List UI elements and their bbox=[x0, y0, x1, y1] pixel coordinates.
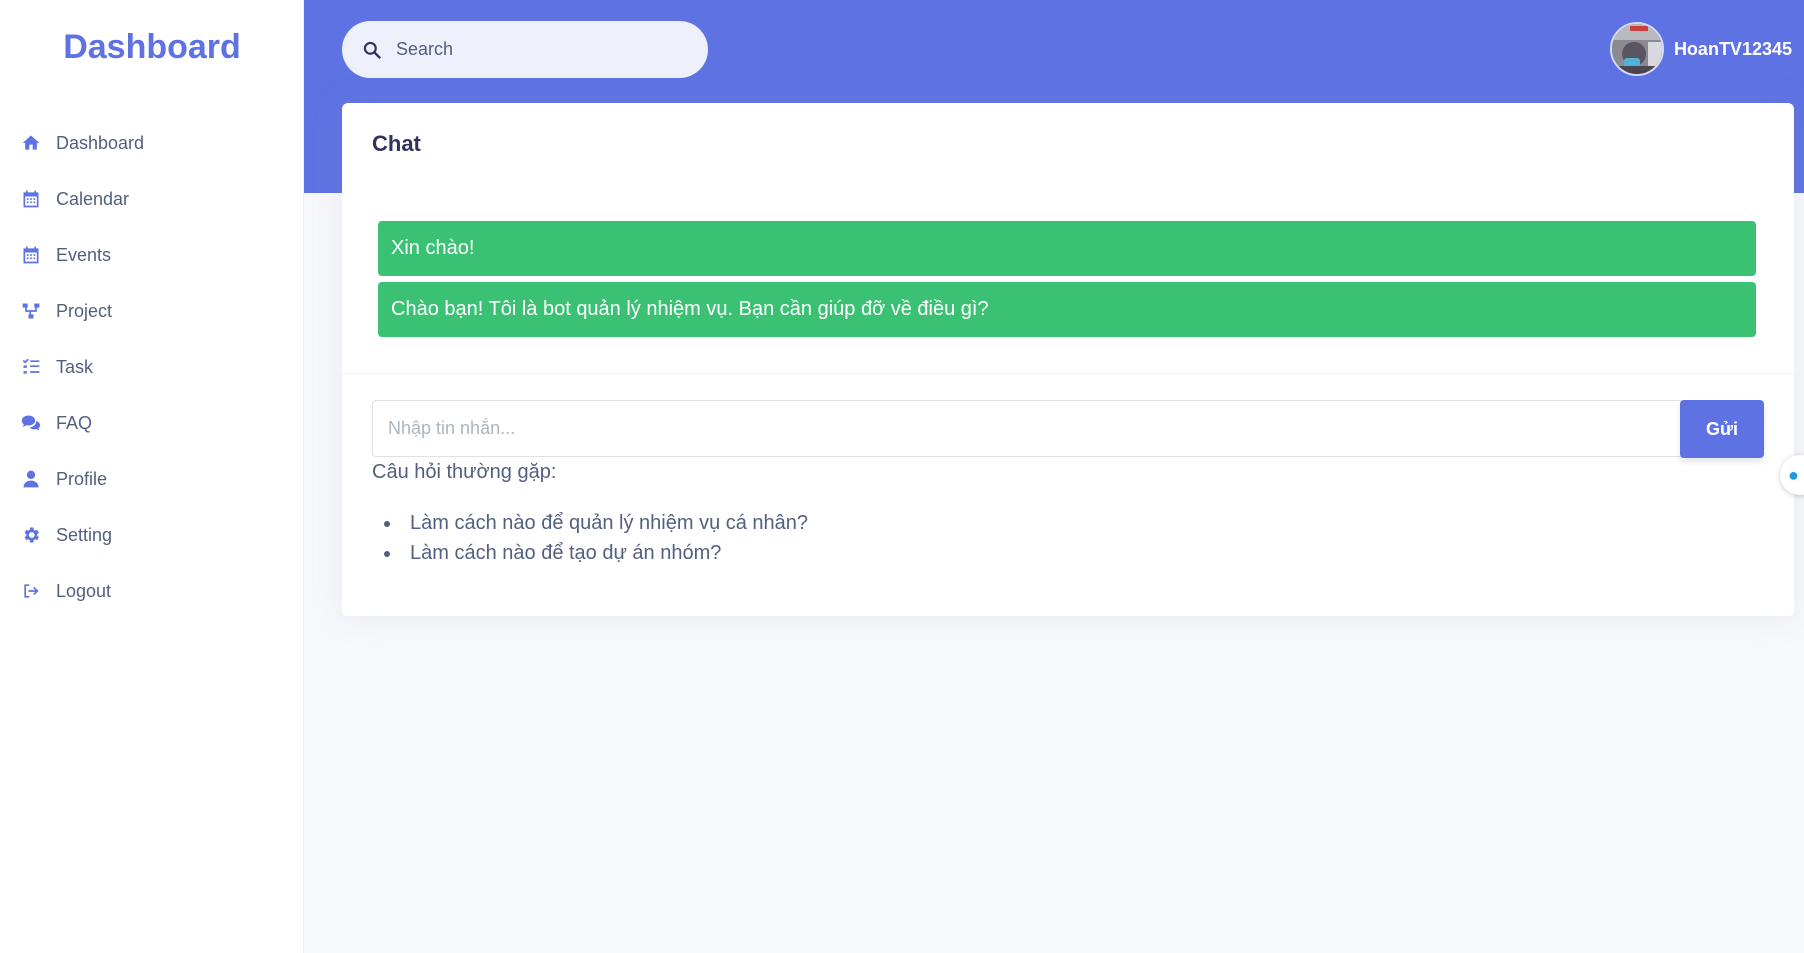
sidebar-item-dashboard[interactable]: Dashboard bbox=[20, 123, 144, 163]
gear-icon bbox=[20, 524, 42, 546]
chat-title: Chat bbox=[372, 131, 421, 156]
sidebar-item-events[interactable]: Events bbox=[20, 235, 111, 275]
sidebar-item-label: Calendar bbox=[56, 188, 130, 209]
sidebar-item-label: Logout bbox=[56, 580, 112, 601]
sidebar-item-label: Profile bbox=[56, 468, 108, 489]
sidebar-item-task[interactable]: Task bbox=[20, 347, 93, 387]
sidebar-item-label: FAQ bbox=[56, 412, 93, 433]
avatar[interactable] bbox=[1609, 22, 1664, 76]
search-input[interactable] bbox=[396, 39, 676, 60]
droplet-icon: ● bbox=[1788, 464, 1799, 485]
chat-card: Chat Xin chào! Chào bạn! Tôi là bot quản… bbox=[342, 103, 1794, 616]
search-box[interactable] bbox=[342, 21, 708, 78]
chat-message: Xin chào! bbox=[378, 221, 1756, 276]
sidebar-item-faq[interactable]: FAQ bbox=[20, 403, 92, 443]
sidebar-item-label: Task bbox=[56, 356, 94, 377]
username[interactable]: HoanTV12345 bbox=[1674, 39, 1792, 60]
sidebar-item-label: Events bbox=[56, 244, 112, 265]
comments-icon bbox=[20, 412, 42, 434]
message-input[interactable] bbox=[372, 400, 1682, 457]
divider bbox=[342, 373, 1794, 374]
tasks-icon bbox=[20, 356, 42, 378]
send-button[interactable]: Gửi bbox=[1680, 400, 1764, 458]
sidebar-item-logout[interactable]: Logout bbox=[20, 571, 111, 611]
faq-list: Làm cách nào để quản lý nhiệm vụ cá nhân… bbox=[402, 508, 808, 568]
user-menu[interactable]: HoanTV12345 bbox=[1609, 22, 1792, 76]
sidebar-item-profile[interactable]: Profile bbox=[20, 459, 107, 499]
home-icon bbox=[20, 132, 42, 154]
brand-title[interactable]: Dashboard bbox=[0, 28, 304, 67]
sitemap-icon bbox=[20, 300, 42, 322]
faq-item[interactable]: Làm cách nào để quản lý nhiệm vụ cá nhân… bbox=[402, 508, 808, 538]
calendar-icon bbox=[20, 188, 42, 210]
chat-message: Chào bạn! Tôi là bot quản lý nhiệm vụ. B… bbox=[378, 282, 1756, 337]
search-icon bbox=[363, 41, 381, 59]
sidebar-item-setting[interactable]: Setting bbox=[20, 515, 112, 555]
faq-heading: Câu hỏi thường gặp: bbox=[372, 461, 557, 483]
sidebar: Dashboard Dashboard Calendar Events Proj… bbox=[0, 0, 304, 953]
sidebar-item-label: Setting bbox=[56, 524, 113, 545]
faq-item[interactable]: Làm cách nào để tạo dự án nhóm? bbox=[402, 538, 808, 568]
sign-out-icon bbox=[20, 580, 42, 602]
sidebar-item-label: Dashboard bbox=[56, 132, 145, 153]
sidebar-item-calendar[interactable]: Calendar bbox=[20, 179, 129, 219]
sidebar-item-project[interactable]: Project bbox=[20, 291, 112, 331]
sidebar-item-label: Project bbox=[56, 300, 113, 321]
calendar-icon bbox=[20, 244, 42, 266]
user-icon bbox=[20, 468, 42, 490]
